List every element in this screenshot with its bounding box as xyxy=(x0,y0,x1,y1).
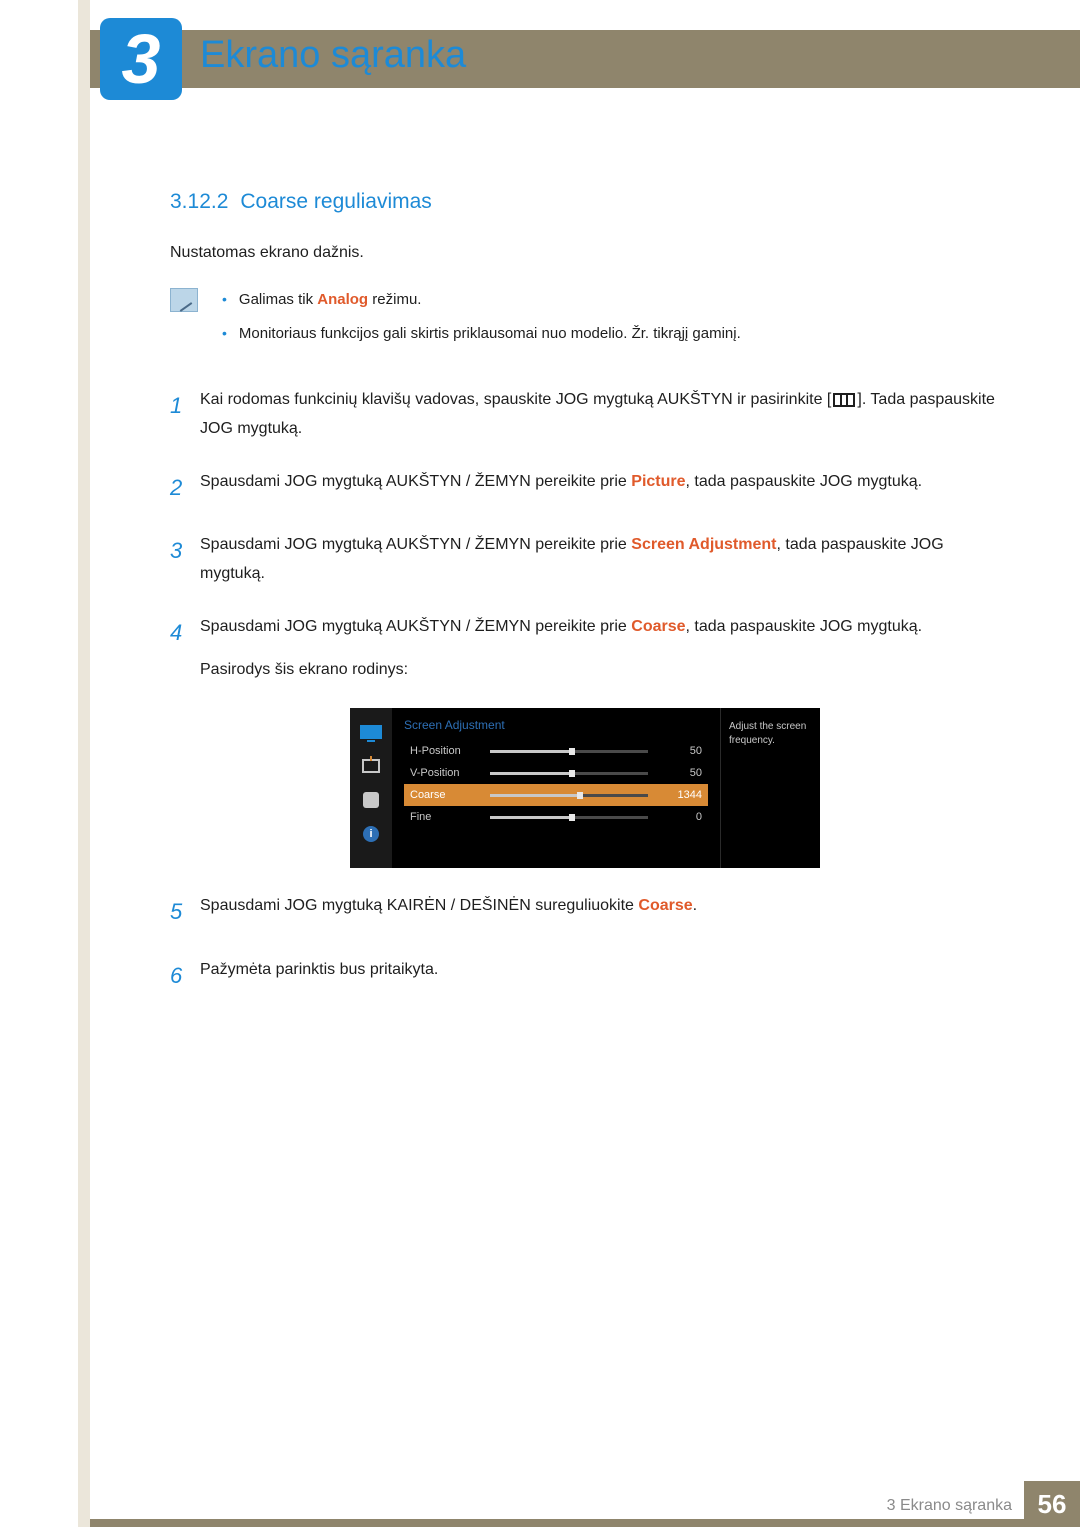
osd-row-fine: Fine 0 xyxy=(404,806,708,828)
step1-text-a: Kai rodomas funkcinių klavišų vadovas, s… xyxy=(200,391,831,408)
note1-highlight: Analog xyxy=(317,291,368,308)
osd-label: V-Position xyxy=(410,767,490,779)
bullet-icon: • xyxy=(222,322,227,346)
osd-slider xyxy=(490,772,648,775)
note1-pre: Galimas tik xyxy=(239,291,317,308)
step-body: Pažymėta parinktis bus pritaikyta. xyxy=(200,956,1000,996)
osd-screenshot: i Screen Adjustment H-Position 50 V-Posi… xyxy=(170,708,1000,868)
osd-slider xyxy=(490,750,648,753)
step-item: 5 Spausdami JOG mygtuką KAIRĖN / DEŠINĖN… xyxy=(170,892,1000,932)
step-body: Spausdami JOG mygtuką KAIRĖN / DEŠINĖN s… xyxy=(200,892,1000,932)
step-item: 6 Pažymėta parinktis bus pritaikyta. xyxy=(170,956,1000,996)
step-number: 4 xyxy=(170,613,200,685)
step4-text-c: Pasirodys šis ekrano rodinys: xyxy=(200,656,1000,685)
step4-text-b: , tada paspauskite JOG mygtuką. xyxy=(686,618,923,635)
osd-sidebar: i xyxy=(350,708,392,868)
osd-help-text: Adjust the screen frequency. xyxy=(720,708,820,868)
resize-icon xyxy=(359,756,383,776)
osd-title: Screen Adjustment xyxy=(404,718,708,732)
note2-text: Monitoriaus funkcijos gali skirtis prikl… xyxy=(239,322,741,346)
osd-value: 1344 xyxy=(662,789,702,801)
osd-main: Screen Adjustment H-Position 50 V-Positi… xyxy=(392,708,720,868)
notes-block: • Galimas tik Analog režimu. • Monitoria… xyxy=(170,288,1000,356)
osd-row-hposition: H-Position 50 xyxy=(404,740,708,762)
note1-post: režimu. xyxy=(368,291,421,308)
osd-value: 0 xyxy=(662,811,702,823)
step-body: Spausdami JOG mygtuką AUKŠTYN / ŽEMYN pe… xyxy=(200,613,1000,685)
step-item: 1 Kai rodomas funkcinių klavišų vadovas,… xyxy=(170,386,1000,444)
note-item: • Galimas tik Analog režimu. xyxy=(222,288,741,312)
section-heading: 3.12.2 Coarse reguliavimas xyxy=(170,190,1000,214)
monitor-icon xyxy=(359,722,383,742)
step-number: 3 xyxy=(170,531,200,589)
step2-highlight: Picture xyxy=(631,473,685,490)
step2-text-a: Spausdami JOG mygtuką AUKŠTYN / ŽEMYN pe… xyxy=(200,473,631,490)
note-item: • Monitoriaus funkcijos gali skirtis pri… xyxy=(222,322,741,346)
footer-page-number: 56 xyxy=(1024,1481,1080,1527)
page-content: 3.12.2 Coarse reguliavimas Nustatomas ekr… xyxy=(170,190,1000,1020)
section-title: Coarse reguliavimas xyxy=(240,190,431,213)
gear-icon xyxy=(359,790,383,810)
intro-text: Nustatomas ekrano dažnis. xyxy=(170,244,1000,262)
osd-label: H-Position xyxy=(410,745,490,757)
steps-list: 1 Kai rodomas funkcinių klavišų vadovas,… xyxy=(170,386,1000,996)
step-item: 4 Spausdami JOG mygtuką AUKŠTYN / ŽEMYN … xyxy=(170,613,1000,685)
note-icon xyxy=(170,288,198,312)
osd-row-vposition: V-Position 50 xyxy=(404,762,708,784)
step-body: Spausdami JOG mygtuką AUKŠTYN / ŽEMYN pe… xyxy=(200,531,1000,589)
step-number: 6 xyxy=(170,956,200,996)
step5-text-a: Spausdami JOG mygtuką KAIRĖN / DEŠINĖN s… xyxy=(200,897,638,914)
footer-chapter-text: 3 Ekrano sąranka xyxy=(887,1497,1012,1515)
step-number: 2 xyxy=(170,468,200,508)
step-item: 3 Spausdami JOG mygtuką AUKŠTYN / ŽEMYN … xyxy=(170,531,1000,589)
step3-text-a: Spausdami JOG mygtuką AUKŠTYN / ŽEMYN pe… xyxy=(200,536,631,553)
osd-row-coarse-selected: Coarse 1344 xyxy=(404,784,708,806)
chapter-title: Ekrano sąranka xyxy=(200,34,466,77)
osd-value: 50 xyxy=(662,767,702,779)
osd-panel: i Screen Adjustment H-Position 50 V-Posi… xyxy=(350,708,820,868)
step-number: 5 xyxy=(170,892,200,932)
osd-label: Fine xyxy=(410,811,490,823)
osd-slider xyxy=(490,816,648,819)
chapter-number-box: 3 xyxy=(100,18,182,100)
left-accent-stripe xyxy=(78,0,90,1527)
step5-text-b: . xyxy=(693,897,697,914)
step2-text-b: , tada paspauskite JOG mygtuką. xyxy=(686,473,923,490)
step-item: 2 Spausdami JOG mygtuką AUKŠTYN / ŽEMYN … xyxy=(170,468,1000,508)
menu-icon xyxy=(833,393,855,407)
step3-highlight: Screen Adjustment xyxy=(631,536,776,553)
section-number: 3.12.2 xyxy=(170,190,228,213)
osd-slider xyxy=(490,794,648,797)
bullet-icon: • xyxy=(222,288,227,312)
osd-label: Coarse xyxy=(410,789,490,801)
step4-text-a: Spausdami JOG mygtuką AUKŠTYN / ŽEMYN pe… xyxy=(200,618,631,635)
note-list: • Galimas tik Analog režimu. • Monitoria… xyxy=(222,288,741,356)
step5-highlight: Coarse xyxy=(638,897,692,914)
osd-value: 50 xyxy=(662,745,702,757)
step4-highlight: Coarse xyxy=(631,618,685,635)
step-body: Kai rodomas funkcinių klavišų vadovas, s… xyxy=(200,386,1000,444)
footer-bar xyxy=(90,1519,1080,1527)
step-number: 1 xyxy=(170,386,200,444)
info-icon: i xyxy=(359,824,383,844)
step-body: Spausdami JOG mygtuką AUKŠTYN / ŽEMYN pe… xyxy=(200,468,1000,508)
